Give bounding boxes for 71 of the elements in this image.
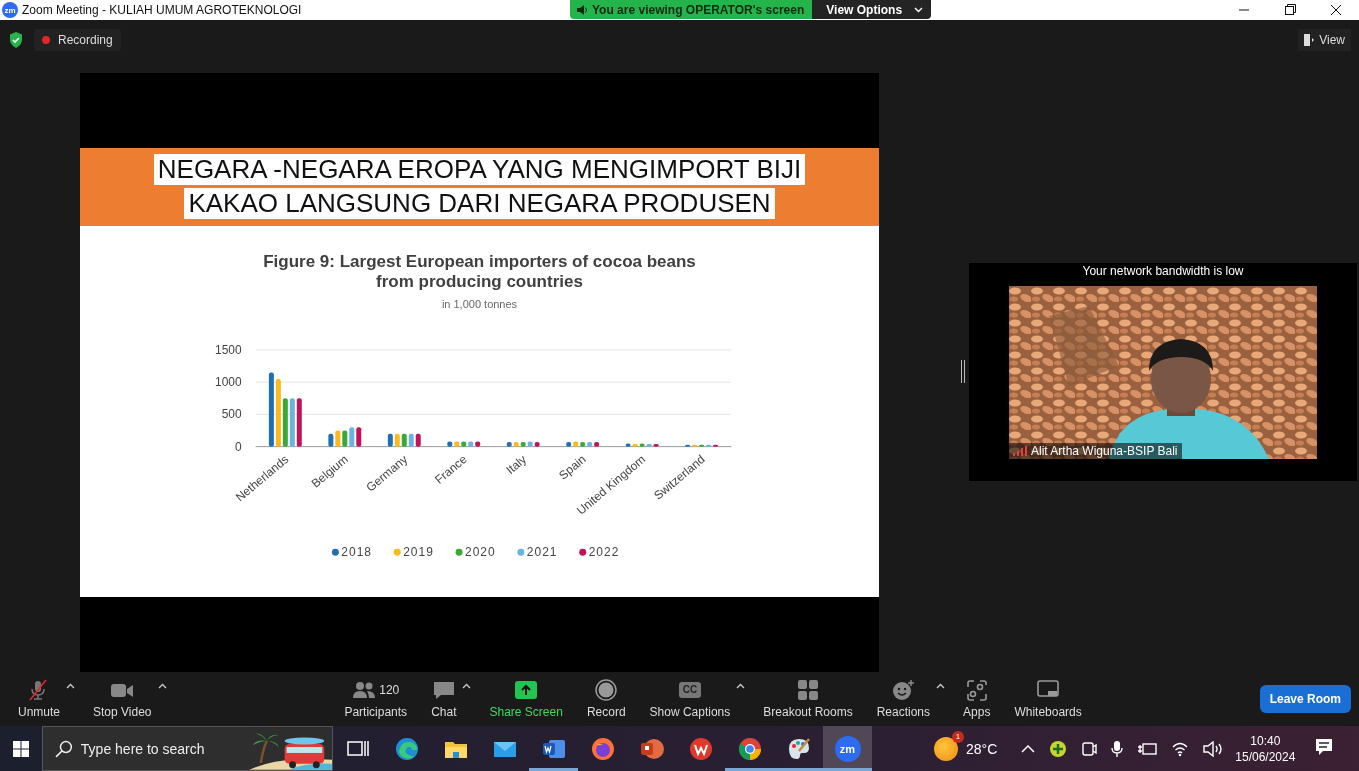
participant-count: 120 [379,683,400,697]
legend-label: 2019 [403,545,434,560]
view-layout-icon[interactable] [1304,34,1315,46]
fox-browser-icon[interactable] [590,736,615,761]
record-icon [594,679,619,701]
apps-button[interactable]: Apps [957,675,997,723]
office-app-icon[interactable] [688,736,713,761]
legend-label: 2022 [588,545,620,560]
battery-plug-icon[interactable] [1137,741,1158,756]
presentation-app-icon[interactable] [639,736,664,761]
taskbar-app[interactable]: zm [823,726,872,771]
legend-label: 2018 [341,545,372,560]
grid-icon [795,679,820,701]
app-logo: zm [2,2,18,18]
people-icon [352,679,377,701]
axis-tick-label: 500 [221,407,242,422]
whiteboards-button[interactable]: Whiteboards [1008,675,1088,723]
slide-heading: NEGARA -NEGARA EROPA YANG MENGIMPORT BIJI [153,154,806,186]
stop-video-button[interactable]: Stop Video [87,675,158,723]
window-title: Zoom Meeting - KULIAH UMUM AGROTEKNOLOGI [22,3,302,17]
microphone-icon[interactable] [1111,739,1124,758]
zoom-app-icon[interactable]: zm [834,735,861,762]
record-button[interactable]: Record [580,675,632,723]
smiley-plus-icon [891,679,916,701]
legend-label: 2020 [465,545,496,560]
category-label: Italy [503,451,530,477]
clock-date[interactable]: 15/06/2024 [1235,748,1296,765]
share-banner: You are viewing OPERATOR's screen [570,0,813,19]
apps-icon [964,679,989,701]
record-dot-icon [42,36,50,44]
figure-subtitle: in 1,000 tonnes [440,297,519,310]
browser-icon[interactable] [394,736,419,761]
share-screen-button[interactable]: Share Screen [483,675,569,723]
camera-icon[interactable] [1081,739,1098,758]
participants-button[interactable]: 120 Participants [338,675,414,723]
speaker-icon [576,3,588,16]
view-options-button[interactable]: View Options [812,0,932,19]
plus-circle-icon[interactable] [1049,739,1068,758]
search-icon [55,739,73,758]
weather-sun-icon[interactable] [934,736,958,761]
chrome-icon[interactable] [737,736,762,761]
windows-logo-icon[interactable] [13,740,29,757]
clock-time[interactable]: 10:40 [1250,732,1281,749]
axis-tick-label: 1500 [215,342,242,357]
volume-icon[interactable] [1203,740,1224,757]
axis-tick-label: 0 [235,439,242,454]
recording-indicator[interactable]: Recording [34,29,121,51]
wifi-icon[interactable] [1171,740,1190,757]
leave-room-button[interactable]: Leave Room [1259,685,1351,713]
slide-heading: KAKAO LANGSUNG DARI NEGARA PRODUSEN [184,188,775,220]
show-hidden-icons-icon[interactable] [1021,744,1036,753]
resize-handle[interactable] [961,360,965,383]
palette-icon[interactable] [786,736,811,761]
axis-tick-label: 1000 [215,374,242,389]
network-notice: Your network bandwidth is low [1082,264,1244,280]
captions-icon: CC [678,682,702,698]
figure-title: Figure 9: Largest European importers of cocoa beans from producing countries [262,251,697,292]
shield-icon[interactable] [8,31,24,49]
signal-icon [1013,446,1027,456]
notification-badge: 1 [952,730,964,743]
chat-button[interactable]: Chat [425,675,463,723]
view-button[interactable]: View [1298,29,1351,51]
message-icon[interactable] [1315,738,1334,756]
participant-name: Alit Artha Wiguna-BSIP Bali [1031,444,1178,458]
unmute-button[interactable]: Unmute [12,675,67,723]
show-captions-button[interactable]: CC Show Captions [643,675,737,723]
legend-label: 2021 [526,545,558,560]
reactions-button[interactable]: Reactions [870,675,937,723]
temperature: 28°C [966,740,998,757]
chat-bubble-icon [431,679,456,701]
breakout-rooms-button[interactable]: Breakout Rooms [757,675,859,723]
